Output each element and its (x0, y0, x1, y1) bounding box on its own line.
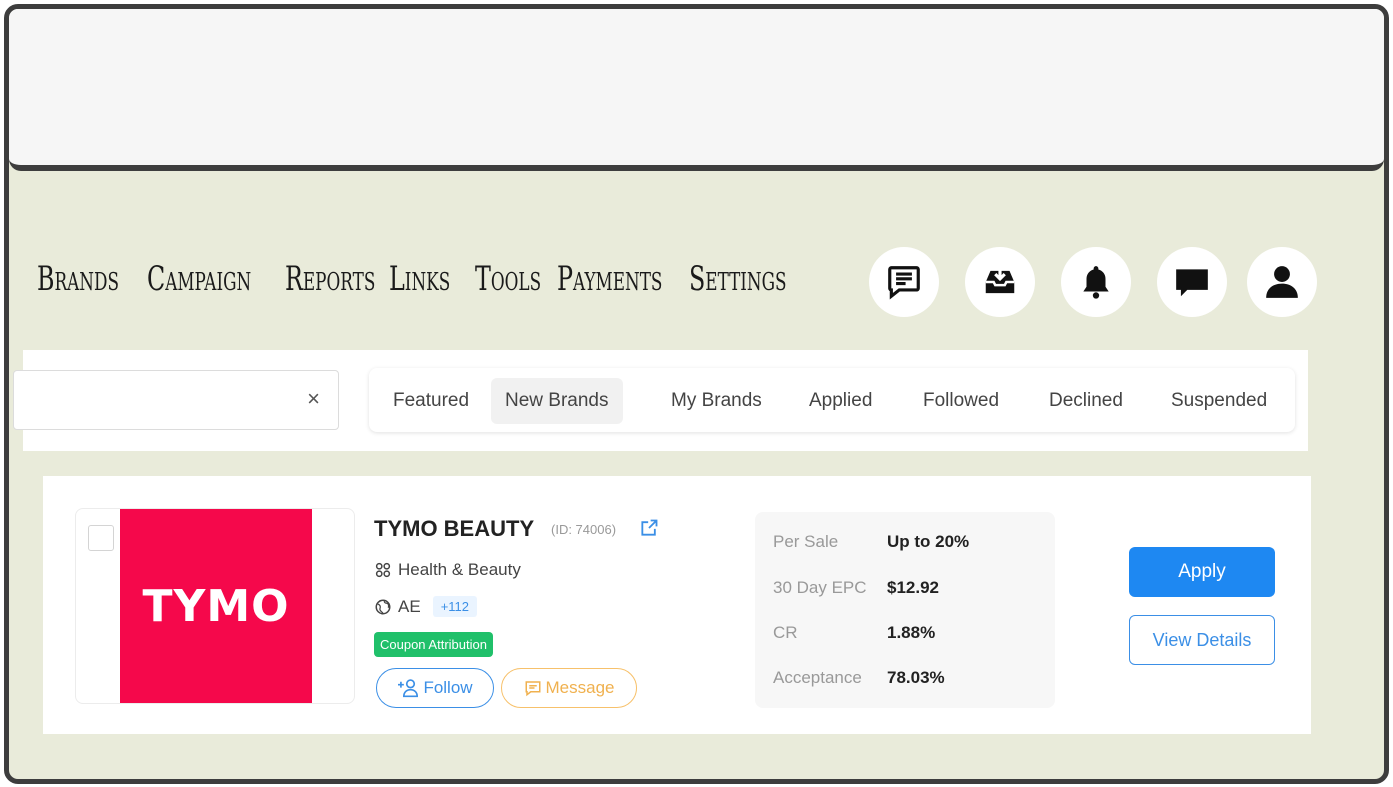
nav-item-reports[interactable]: Reports (285, 259, 375, 299)
globe-icon (375, 599, 391, 614)
brand-region: AE +112 (374, 596, 478, 617)
view-details-button[interactable]: View Details (1129, 615, 1275, 665)
nav-item-tools[interactable]: Tools (475, 259, 541, 299)
tab-featured[interactable]: Featured (379, 378, 483, 424)
brand-category: Health & Beauty (374, 560, 521, 580)
nav-item-brands[interactable]: Brands (37, 259, 119, 299)
category-icon (375, 562, 391, 578)
external-link-icon[interactable] (639, 518, 659, 538)
search-input[interactable]: × (13, 370, 339, 430)
filter-strip: × Featured New Brands My Brands Applied … (13, 350, 1308, 451)
tab-applied[interactable]: Applied (795, 378, 886, 424)
stat-value-acceptance: 78.03% (887, 668, 945, 687)
user-icon[interactable] (1247, 247, 1317, 317)
add-user-icon (398, 679, 419, 698)
nav-item-payments[interactable]: Payments (557, 259, 662, 299)
bell-icon[interactable] (1061, 247, 1131, 317)
stat-label-cr: CR (773, 623, 798, 642)
nav-item-settings[interactable]: Settings (689, 259, 787, 299)
brand-tabs: Featured New Brands My Brands Applied Fo… (369, 368, 1295, 432)
inbox-download-icon[interactable] (965, 247, 1035, 317)
message-icon (525, 681, 540, 697)
stat-label-acceptance: Acceptance (773, 668, 862, 687)
brand-logo[interactable]: TYMO (120, 509, 312, 703)
stat-value-per-sale: Up to 20% (887, 532, 970, 551)
stat-value-cr: 1.88% (887, 623, 936, 642)
tab-my-brands[interactable]: My Brands (657, 378, 776, 424)
nav-item-links[interactable]: Links (389, 259, 450, 299)
stat-label-epc: 30 Day EPC (773, 578, 867, 597)
tab-declined[interactable]: Declined (1035, 378, 1137, 424)
brand-stats: Per Sale Up to 20% 30 Day EPC $12.92 CR … (755, 512, 1055, 708)
tab-new-brands[interactable]: New Brands (491, 378, 623, 424)
stat-label-per-sale: Per Sale (773, 532, 839, 551)
chat-icon[interactable] (1157, 247, 1227, 317)
top-bar (9, 9, 1384, 171)
app-frame: Brands Campaign Reports Links Tools Paym… (4, 4, 1389, 784)
select-checkbox[interactable] (88, 525, 114, 551)
stat-value-epc: $12.92 (887, 578, 939, 597)
brand-logo-box: TYMO (75, 508, 355, 704)
nav-item-campaign[interactable]: Campaign (147, 259, 251, 299)
tab-followed[interactable]: Followed (909, 378, 1013, 424)
feedback-icon[interactable] (869, 247, 939, 317)
apply-button[interactable]: Apply (1129, 547, 1275, 597)
brand-name[interactable]: TYMO BEAUTY (374, 516, 534, 542)
tab-suspended[interactable]: Suspended (1157, 378, 1281, 424)
follow-button[interactable]: Follow (376, 668, 494, 708)
brand-card: TYMO TYMO BEAUTY (ID: 74006) Health & Be… (43, 476, 1311, 734)
message-button[interactable]: Message (501, 668, 637, 708)
region-more-badge[interactable]: +112 (432, 596, 478, 617)
brand-id: (ID: 74006) (551, 522, 617, 537)
clear-icon[interactable]: × (307, 386, 320, 412)
coupon-attribution-badge: Coupon Attribution (374, 632, 493, 657)
